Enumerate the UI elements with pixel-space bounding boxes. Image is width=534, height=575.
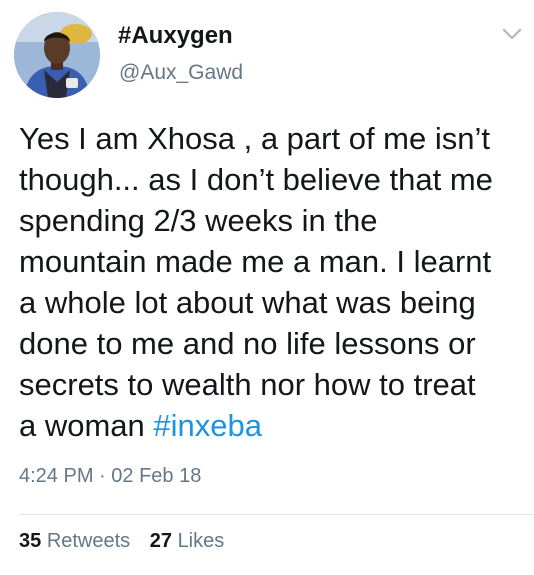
tweet-card: #Auxygen @Aux_Gawd Yes I am Xhosa , a pa…: [0, 0, 534, 575]
tweet-text-line: a whole lot about what was being: [19, 285, 476, 320]
tweet-text-line: done to me and no life lessons or: [19, 326, 476, 361]
hashtag-link[interactable]: #inxeba: [153, 408, 262, 443]
tweet-text-fragment: a woman: [19, 408, 154, 443]
timestamp-separator: ·: [99, 465, 106, 487]
avatar[interactable]: [14, 12, 100, 98]
tweet-text-line: secrets to wealth nor how to treat: [19, 367, 476, 402]
user-handle[interactable]: @Aux_Gawd: [119, 61, 243, 85]
tweet-text-line: mountain made me a man. I learnt: [19, 244, 492, 279]
retweets-stat[interactable]: 35 Retweets: [19, 530, 130, 553]
likes-count: 27: [149, 530, 172, 552]
retweets-label: Retweets: [46, 530, 131, 552]
tweet-date: 02 Feb 18: [111, 465, 202, 487]
chevron-down-icon[interactable]: [500, 24, 524, 44]
tweet-text-line: though... as I don’t believe that me: [19, 162, 493, 197]
display-name[interactable]: #Auxygen: [118, 22, 233, 50]
tweet-text-line: spending 2/3 weeks in the: [19, 203, 378, 238]
tweet-timestamp[interactable]: 4:24 PM · 02 Feb 18: [19, 465, 201, 488]
avatar-image: [14, 12, 100, 98]
tweet-text: Yes I am Xhosa , a part of me isn’t thou…: [19, 118, 529, 446]
tweet-text-last-line: a woman #inxeba: [19, 405, 529, 446]
tweet-text-line: Yes I am Xhosa , a part of me isn’t: [19, 121, 490, 156]
retweets-count: 35: [19, 530, 42, 552]
divider: [19, 514, 534, 515]
tweet-stats: 35 Retweets 27 Likes: [19, 530, 238, 553]
likes-label: Likes: [177, 530, 225, 552]
likes-stat[interactable]: 27 Likes: [150, 530, 225, 553]
tweet-time: 4:24 PM: [19, 465, 94, 487]
